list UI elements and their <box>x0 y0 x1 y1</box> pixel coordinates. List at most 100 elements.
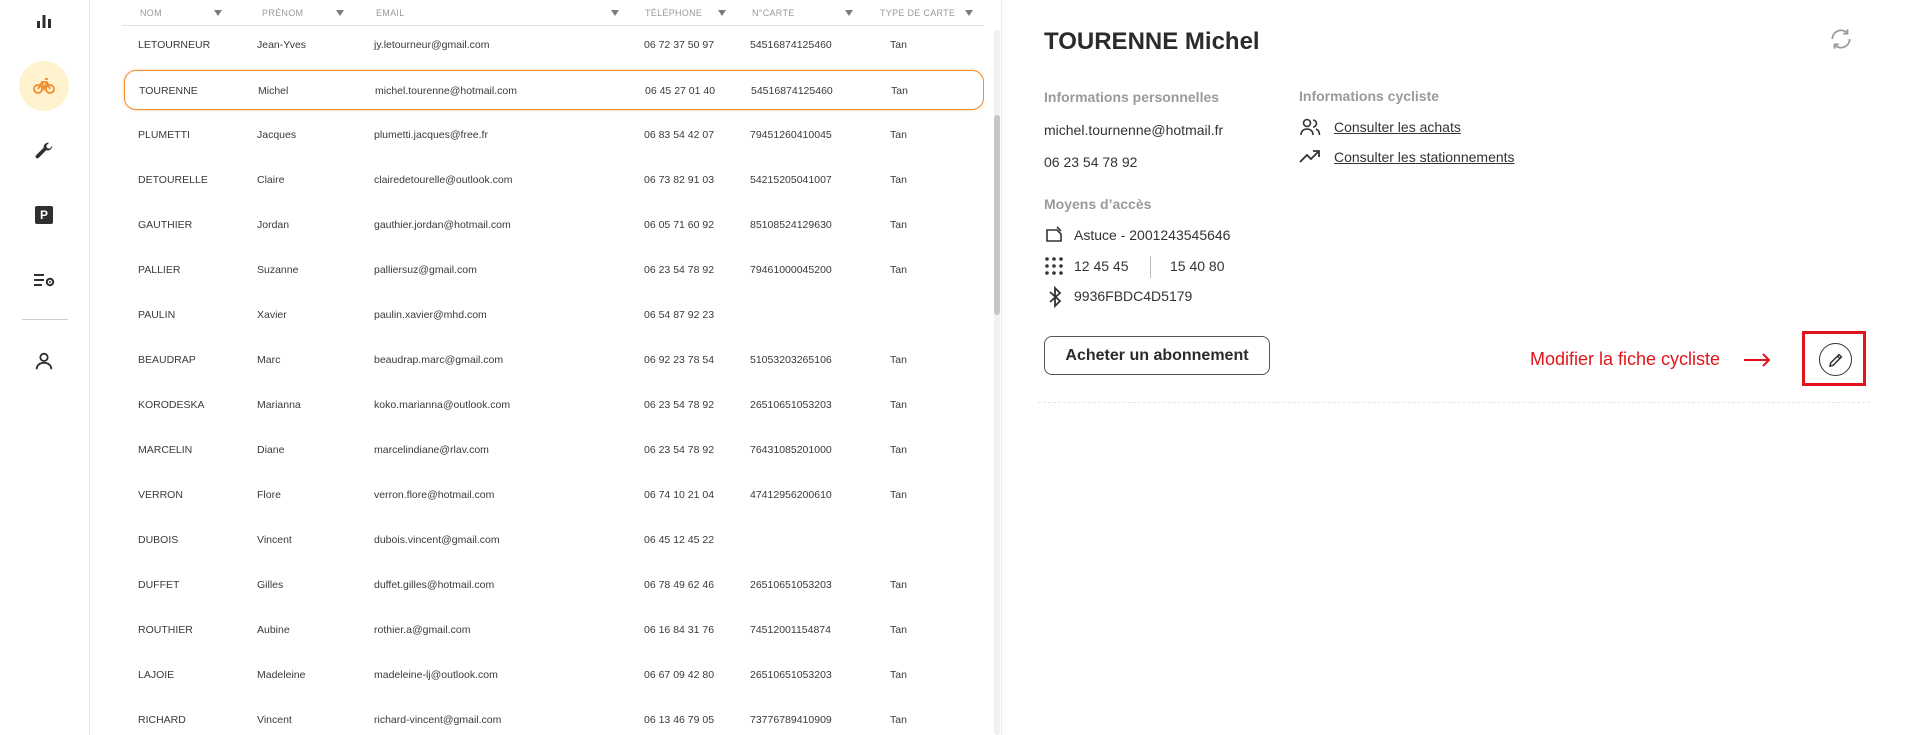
cell-type: Tan <box>890 489 907 501</box>
cell-type: Tan <box>890 444 907 456</box>
cell-prenom: Xavier <box>257 309 287 321</box>
cell-nom: BEAUDRAP <box>138 354 196 366</box>
table-row[interactable]: DETOURELLE Claire clairedetourelle@outlook… <box>124 160 984 200</box>
cell-carte: 54516874125460 <box>750 39 832 51</box>
table-row[interactable]: PAULIN Xavier paulin.xavier@mhd.com 06 54 8… <box>124 295 984 335</box>
sort-type-icon[interactable] <box>965 10 973 16</box>
table-row[interactable]: ROUTHIER Aubine rothier.a@gmail.com 06 16 8… <box>124 610 984 650</box>
cell-prenom: Vincent <box>257 714 292 726</box>
cyclist-detail: TOURENNE Michel Informations personnelle… <box>1002 0 1920 735</box>
col-prenom[interactable]: PRÉNOM <box>262 8 303 18</box>
table-row[interactable]: DUBOIS Vincent dubois.vincent@gmail.com 06 … <box>124 520 984 560</box>
cell-nom: LAJOIE <box>138 669 175 681</box>
table-row[interactable]: LETOURNEUR Jean-Yves jy.letourneur@gmail.c… <box>124 25 984 65</box>
card-icon <box>1044 224 1066 246</box>
cell-telephone: 06 54 87 92 23 <box>644 309 715 321</box>
table-row[interactable]: KORODESKA Marianna koko.marianna@outlook.c… <box>124 385 984 425</box>
cell-carte: 47412956200610 <box>750 489 832 501</box>
cell-nom: VERRON <box>138 489 183 501</box>
cell-telephone: 06 45 12 45 22 <box>644 534 715 546</box>
scrollbar-thumb[interactable] <box>994 115 1000 315</box>
cell-prenom: Michel <box>258 85 289 97</box>
cell-nom: DUBOIS <box>138 534 179 546</box>
table-row[interactable]: BEAUDRAP Marc beaudrap.marc@gmail.com 06 92… <box>124 340 984 380</box>
sort-prenom-icon[interactable] <box>336 10 344 16</box>
cell-telephone: 06 78 49 62 46 <box>644 579 715 591</box>
cell-email: koko.marianna@outlook.com <box>374 399 511 411</box>
nav-parking[interactable]: P <box>19 190 69 240</box>
bluetooth-id: 9936FBDC4D5179 <box>1074 288 1193 304</box>
table-header: NOM PRÉNOM EMAIL TÉLÉPHONE N°CARTE TYPE … <box>122 0 984 26</box>
cell-type: Tan <box>890 714 907 726</box>
cell-email: paulin.xavier@mhd.com <box>374 309 487 321</box>
col-nom[interactable]: NOM <box>140 8 162 18</box>
cell-prenom: Claire <box>257 174 285 186</box>
sort-telephone-icon[interactable] <box>718 10 726 16</box>
cyclist-email: michel.tournenne@hotmail.fr <box>1044 122 1224 138</box>
edit-cyclist-button[interactable] <box>1819 343 1852 376</box>
table-row[interactable]: PLUMETTI Jacques plumetti.jacques@free.fr 0… <box>124 115 984 155</box>
cell-nom: DETOURELLE <box>138 174 208 186</box>
cell-nom: KORODESKA <box>138 399 205 411</box>
cell-telephone: 06 23 54 78 92 <box>644 264 715 276</box>
table-row[interactable]: TOURENNE Michel michel.tourenne@hotmail.co… <box>124 70 984 110</box>
buy-subscription-button[interactable]: Acheter un abonnement <box>1044 336 1270 375</box>
sort-email-icon[interactable] <box>611 10 619 16</box>
nav-settings[interactable] <box>19 255 69 305</box>
bar-chart-icon <box>37 15 51 28</box>
bluetooth-icon <box>1047 285 1069 309</box>
nav-stats[interactable] <box>19 0 69 46</box>
cell-carte: 51053203265106 <box>750 354 832 366</box>
cell-prenom: Flore <box>257 489 281 501</box>
nav-account[interactable] <box>19 336 69 386</box>
pencil-icon <box>1828 353 1842 367</box>
table-row[interactable]: LAJOIE Madeleine madeleine-lj@outlook.com 0… <box>124 655 984 695</box>
bike-icon <box>33 78 55 94</box>
cell-type: Tan <box>890 39 907 51</box>
table-row[interactable]: PALLIER Suzanne palliersuz@gmail.com 06 23 … <box>124 250 984 290</box>
users-icon <box>1299 117 1321 139</box>
cell-carte: 26510651053203 <box>750 669 832 681</box>
trend-up-icon <box>1299 148 1321 170</box>
col-telephone[interactable]: TÉLÉPHONE <box>645 8 702 18</box>
annotation-label: Modifier la fiche cycliste <box>1530 349 1721 369</box>
col-type[interactable]: TYPE DE CARTE <box>880 8 955 18</box>
cell-carte: 54215205041007 <box>750 174 832 186</box>
table-row[interactable]: DUFFET Gilles duffet.gilles@hotmail.com 06 … <box>124 565 984 605</box>
table-row[interactable]: MARCELIN Diane marcelindiane@rlav.com 06 23… <box>124 430 984 470</box>
table-row[interactable]: GAUTHIER Jordan gauthier.jordan@hotmail.co… <box>124 205 984 245</box>
cell-email: palliersuz@gmail.com <box>374 264 477 276</box>
access-card: Astuce - 2001243545646 <box>1074 227 1231 243</box>
cell-type: Tan <box>890 264 907 276</box>
table-row[interactable]: RICHARD Vincent richard-vincent@gmail.com 0… <box>124 700 984 735</box>
nav-maintenance[interactable] <box>19 126 69 176</box>
nav-cyclists[interactable] <box>19 61 69 111</box>
sort-carte-icon[interactable] <box>845 10 853 16</box>
cell-prenom: Vincent <box>257 534 292 546</box>
cell-email: plumetti.jacques@free.fr <box>374 129 488 141</box>
sort-nom-icon[interactable] <box>214 10 222 16</box>
parkings-link[interactable]: Consulter les stationnements <box>1334 149 1515 165</box>
table-scrollbar[interactable] <box>994 30 1000 735</box>
cell-email: clairedetourelle@outlook.com <box>374 174 513 186</box>
cell-nom: PLUMETTI <box>138 129 190 141</box>
cell-prenom: Gilles <box>257 579 284 591</box>
keypad-icon <box>1044 256 1066 278</box>
cell-nom: PAULIN <box>138 309 176 321</box>
table-row[interactable]: VERRON Flore verron.flore@hotmail.com 06 74… <box>124 475 984 515</box>
cell-email: madeleine-lj@outlook.com <box>374 669 498 681</box>
col-email[interactable]: EMAIL <box>376 8 405 18</box>
col-carte[interactable]: N°CARTE <box>752 8 795 18</box>
access-title: Moyens d’accès <box>1044 196 1152 212</box>
cell-prenom: Diane <box>257 444 285 456</box>
refresh-button[interactable] <box>1828 26 1854 52</box>
cell-prenom: Aubine <box>257 624 290 636</box>
cell-telephone: 06 73 82 91 03 <box>644 174 715 186</box>
refresh-icon <box>1831 29 1851 49</box>
cell-type: Tan <box>890 669 907 681</box>
cell-carte: 26510651053203 <box>750 579 832 591</box>
cell-prenom: Marianna <box>257 399 301 411</box>
cell-type: Tan <box>890 174 907 186</box>
access-code-1: 12 45 45 <box>1074 258 1129 274</box>
purchases-link[interactable]: Consulter les achats <box>1334 119 1461 135</box>
